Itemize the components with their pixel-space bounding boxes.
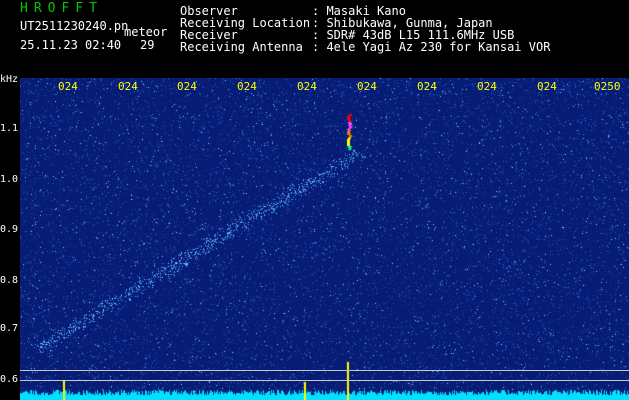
y-axis: kHz 1.1 1.0 0.9 0.8 0.7 0.6 bbox=[0, 74, 20, 400]
x-tick-label: 024 bbox=[118, 80, 138, 93]
app-title: HROFFT bbox=[20, 1, 103, 16]
x-tick-label: 0250 bbox=[594, 80, 621, 93]
antenna-value: : 4ele Yagi Az 230 for Kansai VOR bbox=[312, 40, 551, 54]
datetime-label: 25.11.23 02:40 bbox=[20, 38, 122, 52]
y-tick-label: 1.0 bbox=[0, 174, 19, 185]
spectrogram-canvas bbox=[20, 78, 629, 400]
x-tick-label: 024 bbox=[297, 80, 317, 93]
meteor-label: meteor bbox=[124, 25, 168, 39]
x-tick-label: 024 bbox=[357, 80, 377, 93]
y-tick-label: 1.1 bbox=[0, 123, 19, 134]
y-tick-label: 0.7 bbox=[0, 323, 19, 334]
x-tick-label: 024 bbox=[58, 80, 78, 93]
x-tick-label: 024 bbox=[237, 80, 257, 93]
meteor-count: 29 bbox=[140, 38, 155, 52]
y-tick-label: 0.6 bbox=[0, 374, 19, 385]
x-tick-label: 024 bbox=[537, 80, 557, 93]
x-tick-label: 024 bbox=[477, 80, 497, 93]
y-tick-label: 0.8 bbox=[0, 275, 19, 286]
antenna-label: Receiving Antenna bbox=[180, 40, 303, 54]
filename-label: UT2511230240.pn bbox=[20, 19, 129, 33]
x-tick-label: 024 bbox=[417, 80, 437, 93]
y-tick-label: 0.9 bbox=[0, 224, 19, 235]
header-panel: HROFFT UT2511230240.pn meteor 25.11.23 0… bbox=[0, 0, 629, 78]
reference-line bbox=[20, 380, 629, 381]
x-tick-label: 024 bbox=[177, 80, 197, 93]
y-axis-unit: kHz bbox=[0, 74, 19, 85]
spectrogram-plot bbox=[20, 78, 629, 400]
reference-line bbox=[20, 370, 629, 371]
